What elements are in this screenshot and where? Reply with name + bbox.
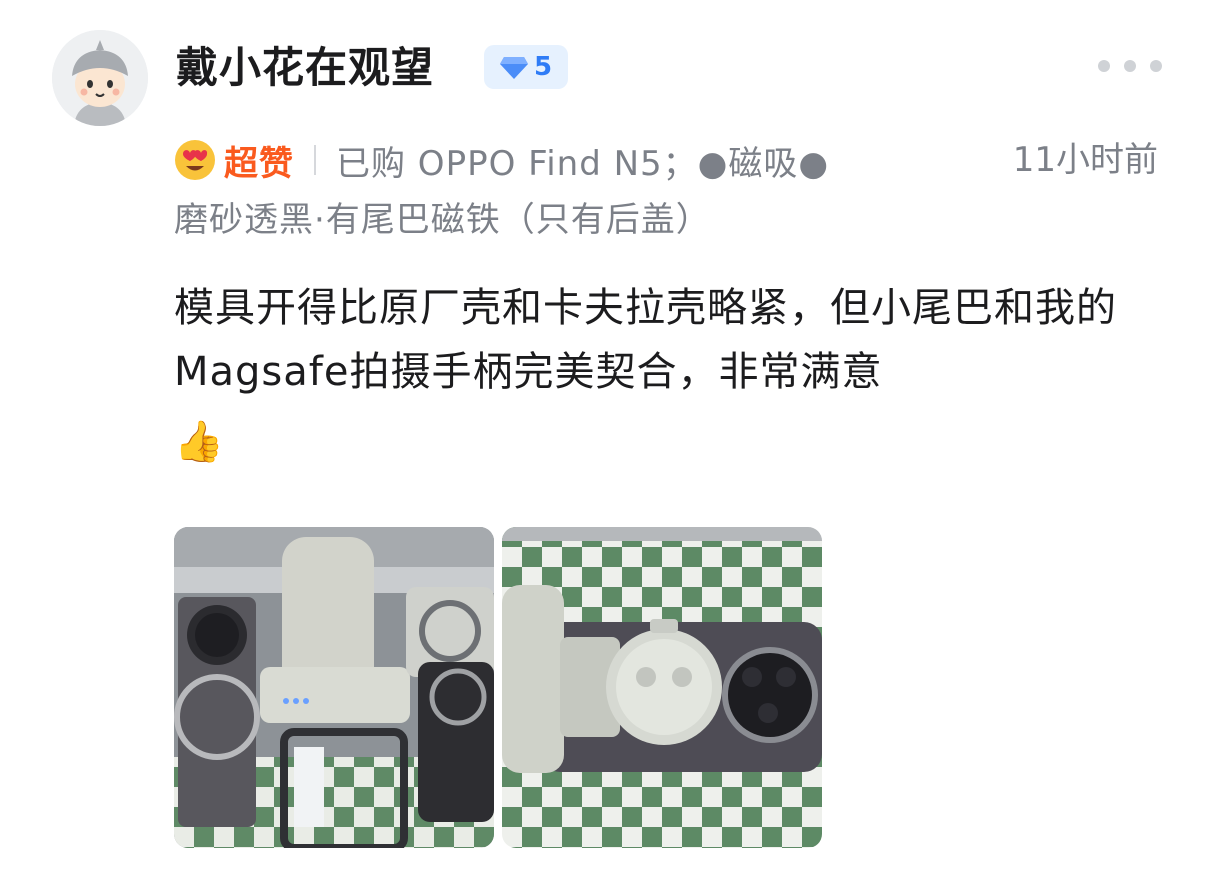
thumbs-up-emoji: 👍 xyxy=(174,419,225,465)
more-options-button[interactable] xyxy=(1098,56,1162,76)
avatar-cartoon-icon xyxy=(52,30,148,126)
more-dots-icon xyxy=(1150,60,1162,72)
divider xyxy=(314,145,316,175)
review-text: 模具开得比原厂壳和卡夫拉壳略紧，但小尾巴和我的Magsafe拍摄手柄完美契合，非… xyxy=(174,285,1117,395)
purchase-variant: 磨砂透黑·有尾巴磁铁（只有后盖） xyxy=(174,200,711,240)
post-time: 11小时前 xyxy=(1012,140,1158,180)
purchase-info: 已购 OPPO Find N5；●磁吸● xyxy=(336,143,830,184)
review-photo-2[interactable] xyxy=(502,527,822,848)
more-dots-icon xyxy=(1098,60,1110,72)
username[interactable]: 戴小花在观望 xyxy=(176,38,434,98)
review-content: 模具开得比原厂壳和卡夫拉壳略紧，但小尾巴和我的Magsafe拍摄手柄完美契合，非… xyxy=(174,276,1164,474)
review-photo-1[interactable] xyxy=(174,527,494,848)
rating-label: 超赞 xyxy=(224,143,294,184)
user-level-badge[interactable]: 5 xyxy=(484,45,568,89)
heart-eyes-emoji-icon xyxy=(175,140,215,180)
diamond-level-icon xyxy=(499,57,528,79)
user-level-number: 5 xyxy=(533,52,553,82)
more-dots-icon xyxy=(1124,60,1136,72)
user-avatar[interactable] xyxy=(52,30,148,126)
